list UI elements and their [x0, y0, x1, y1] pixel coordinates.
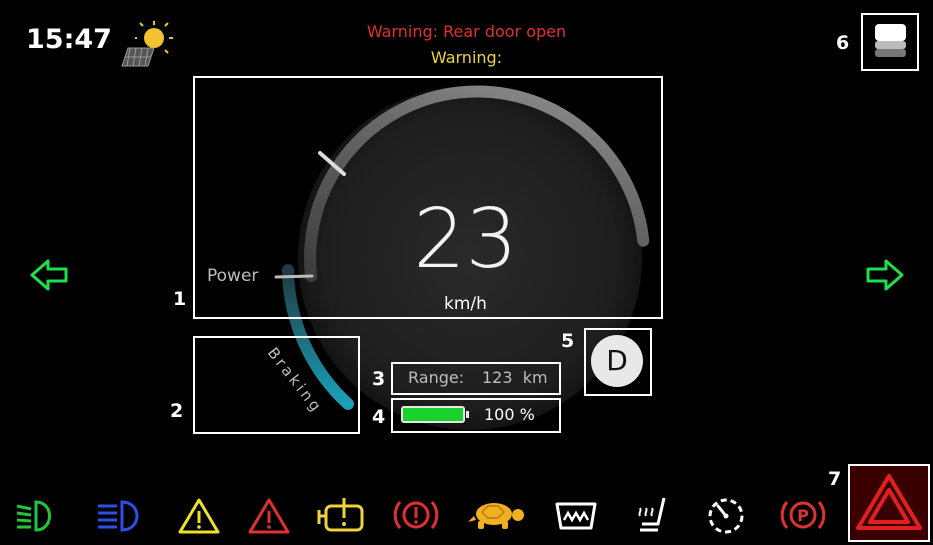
callout-3: 3 — [372, 368, 386, 390]
callout-2: 2 — [170, 400, 184, 422]
svg-text:P: P — [797, 506, 809, 525]
seat-heater-icon — [638, 497, 666, 532]
hazard-triangle-icon — [856, 474, 922, 530]
callout-4: 4 — [372, 406, 386, 428]
gear-indicator[interactable]: D — [591, 335, 643, 387]
defrost-icon — [555, 502, 597, 530]
range-value: 123 km — [482, 368, 548, 387]
turn-right-arrow-icon — [866, 259, 904, 291]
general-warning-icon — [178, 498, 220, 534]
speed-limiter-icon — [708, 498, 744, 534]
high-beam-icon — [98, 500, 139, 532]
callout-7: 7 — [828, 468, 842, 490]
engine-warning-icon — [317, 498, 364, 532]
hazard-button[interactable] — [848, 464, 930, 542]
brake-warning-icon — [393, 501, 439, 529]
battery-fill — [403, 408, 463, 421]
speed-unit: km/h — [444, 294, 487, 314]
battery-terminal — [466, 411, 469, 418]
braking-label-wrap: Braking — [264, 342, 338, 417]
turn-left-arrow-icon — [30, 259, 68, 291]
low-beam-icon — [16, 500, 51, 532]
callout-1: 1 — [173, 288, 187, 310]
parking-brake-icon: P — [780, 501, 826, 529]
warning-primary: Warning: Rear door open — [366, 22, 567, 41]
speed-value: 23 — [413, 192, 518, 287]
warning-secondary: Warning: — [430, 48, 503, 67]
turtle-mode-icon — [468, 503, 524, 529]
layers-menu-button[interactable] — [861, 13, 919, 71]
battery-percent: 100 % — [484, 405, 535, 424]
power-label: Power — [207, 266, 259, 286]
range-label: Range: — [408, 368, 465, 387]
hazard-warning-icon — [248, 498, 290, 534]
callout-6: 6 — [836, 32, 850, 54]
callout-5: 5 — [561, 330, 575, 352]
layers-icon — [875, 24, 906, 57]
braking-label: Braking — [263, 344, 327, 417]
